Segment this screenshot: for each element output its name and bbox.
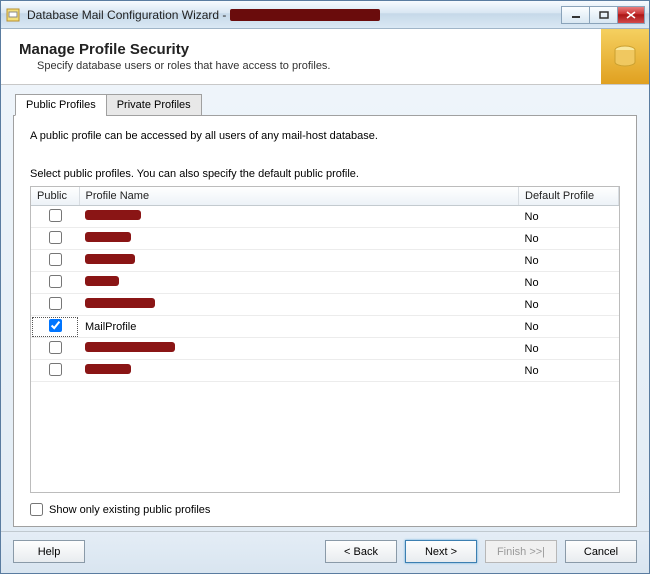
back-button[interactable]: < Back — [325, 540, 397, 563]
public-checkbox[interactable] — [49, 297, 62, 310]
app-icon — [5, 7, 21, 23]
redacted-text — [85, 232, 131, 242]
redacted-text — [85, 364, 131, 374]
profiles-table-container[interactable]: Public Profile Name Default Profile NoNo… — [30, 186, 620, 493]
public-checkbox[interactable] — [49, 319, 62, 332]
table-row[interactable]: No — [31, 338, 619, 360]
table-row[interactable]: No — [31, 228, 619, 250]
minimize-button[interactable] — [561, 6, 589, 24]
default-profile-cell[interactable]: No — [519, 294, 619, 316]
public-checkbox[interactable] — [49, 275, 62, 288]
titlebar[interactable]: Database Mail Configuration Wizard - — [1, 1, 649, 29]
window-title: Database Mail Configuration Wizard - — [27, 8, 226, 22]
default-profile-cell[interactable]: No — [519, 338, 619, 360]
col-header-public[interactable]: Public — [31, 187, 79, 206]
public-checkbox[interactable] — [49, 341, 62, 354]
content-area: Public Profiles Private Profiles A publi… — [1, 85, 649, 531]
panel-instruction: Select public profiles. You can also spe… — [30, 168, 620, 180]
panel-description: A public profile can be accessed by all … — [30, 130, 620, 142]
page-title: Manage Profile Security — [19, 41, 631, 58]
profile-name-cell[interactable] — [79, 206, 519, 228]
redacted-text — [85, 298, 155, 308]
col-header-profile-name[interactable]: Profile Name — [79, 187, 519, 206]
public-checkbox[interactable] — [49, 209, 62, 222]
table-row[interactable]: No — [31, 206, 619, 228]
public-checkbox[interactable] — [49, 253, 62, 266]
default-profile-cell[interactable]: No — [519, 272, 619, 294]
tab-private-profiles[interactable]: Private Profiles — [106, 94, 202, 116]
button-bar: Help < Back Next > Finish >>| Cancel — [1, 531, 649, 573]
show-only-existing-row[interactable]: Show only existing public profiles — [30, 503, 620, 516]
public-cell[interactable] — [31, 316, 79, 338]
table-row[interactable]: No — [31, 250, 619, 272]
tab-public-profiles[interactable]: Public Profiles — [15, 94, 107, 116]
profile-name-cell[interactable] — [79, 250, 519, 272]
table-row[interactable]: MailProfileNo — [31, 316, 619, 338]
help-button[interactable]: Help — [13, 540, 85, 563]
wizard-window: Database Mail Configuration Wizard - Man… — [0, 0, 650, 574]
window-controls — [561, 6, 645, 24]
table-row[interactable]: No — [31, 294, 619, 316]
public-cell[interactable] — [31, 272, 79, 294]
default-profile-cell[interactable]: No — [519, 206, 619, 228]
cancel-button[interactable]: Cancel — [565, 540, 637, 563]
default-profile-cell[interactable]: No — [519, 316, 619, 338]
default-profile-cell[interactable]: No — [519, 228, 619, 250]
redacted-text — [85, 342, 175, 352]
finish-button[interactable]: Finish >>| — [485, 540, 557, 563]
wizard-header: Manage Profile Security Specify database… — [1, 29, 649, 85]
col-header-default-profile[interactable]: Default Profile — [519, 187, 619, 206]
maximize-button[interactable] — [589, 6, 617, 24]
public-cell[interactable] — [31, 294, 79, 316]
profile-name-cell[interactable] — [79, 294, 519, 316]
tab-strip: Public Profiles Private Profiles — [15, 94, 637, 116]
public-cell[interactable] — [31, 250, 79, 272]
public-cell[interactable] — [31, 338, 79, 360]
profile-name-cell[interactable] — [79, 360, 519, 382]
redacted-title-suffix — [230, 9, 380, 21]
public-cell[interactable] — [31, 228, 79, 250]
next-button[interactable]: Next > — [405, 540, 477, 563]
table-row[interactable]: No — [31, 360, 619, 382]
public-checkbox[interactable] — [49, 231, 62, 244]
public-checkbox[interactable] — [49, 363, 62, 376]
default-profile-cell[interactable]: No — [519, 250, 619, 272]
show-only-existing-label: Show only existing public profiles — [49, 504, 210, 516]
profile-name-cell[interactable] — [79, 228, 519, 250]
profile-name-cell[interactable]: MailProfile — [79, 316, 519, 338]
default-profile-cell[interactable]: No — [519, 360, 619, 382]
profiles-table: Public Profile Name Default Profile NoNo… — [31, 187, 619, 382]
redacted-text — [85, 210, 141, 220]
redacted-text — [85, 276, 119, 286]
tab-panel-public: A public profile can be accessed by all … — [13, 115, 637, 527]
profile-name-cell[interactable] — [79, 338, 519, 360]
public-cell[interactable] — [31, 206, 79, 228]
table-row[interactable]: No — [31, 272, 619, 294]
header-graphic — [601, 29, 649, 84]
close-button[interactable] — [617, 6, 645, 24]
page-subtitle: Specify database users or roles that hav… — [37, 60, 631, 72]
redacted-text — [85, 254, 135, 264]
show-only-existing-checkbox[interactable] — [30, 503, 43, 516]
public-cell[interactable] — [31, 360, 79, 382]
profile-name-cell[interactable] — [79, 272, 519, 294]
